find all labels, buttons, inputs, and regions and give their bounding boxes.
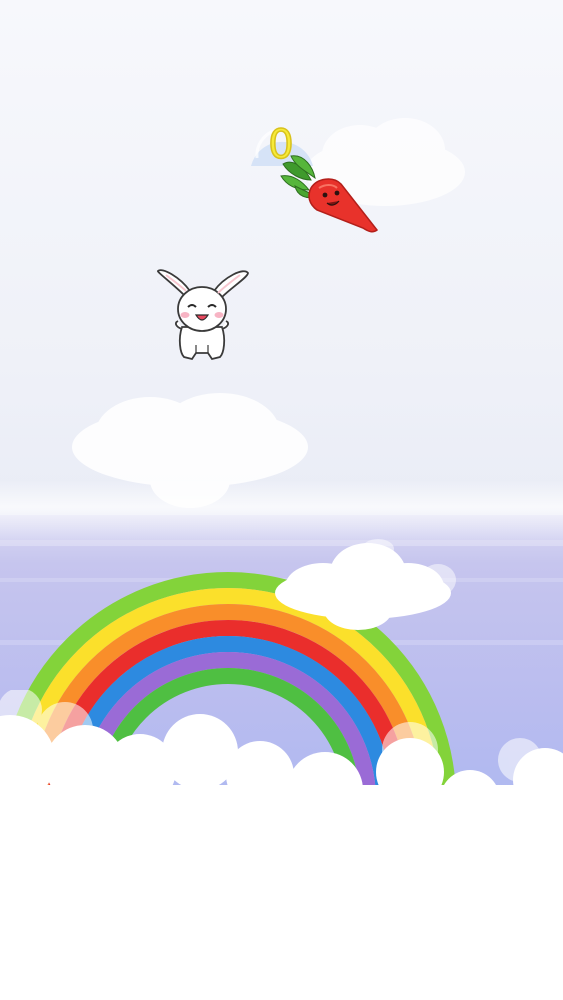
cloud-icon	[275, 539, 456, 630]
game-scene[interactable]: 0	[0, 0, 563, 1000]
cloud-bank	[0, 690, 563, 1000]
cloud-icon	[72, 393, 308, 508]
bunny-icon[interactable]	[152, 265, 252, 370]
carrot-icon[interactable]	[275, 150, 385, 240]
